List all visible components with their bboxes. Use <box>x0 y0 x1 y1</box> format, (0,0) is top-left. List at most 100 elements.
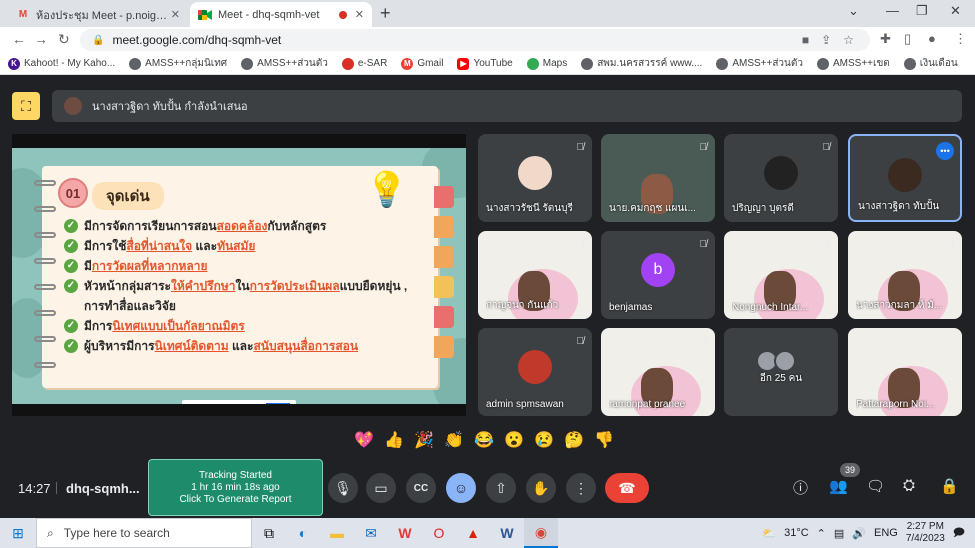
meeting-code[interactable]: dhq-sqmh... <box>66 481 140 496</box>
maps-pin-icon <box>526 57 539 70</box>
extensions-icon[interactable]: ✚ <box>880 31 891 47</box>
more-options-icon[interactable]: ••• <box>936 142 954 160</box>
reaction-emoji[interactable]: 🎉 <box>412 428 436 452</box>
new-tab-button[interactable]: + <box>380 3 391 24</box>
chrome-icon[interactable]: ◉ <box>524 518 558 548</box>
tracking-cta: Click To Generate Report <box>179 493 292 505</box>
bookmark-esar[interactable]: e-SAR <box>341 57 387 70</box>
forward-icon[interactable]: → <box>34 31 48 47</box>
reaction-emoji[interactable]: 😢 <box>532 428 556 452</box>
participant-tile[interactable]: 🎙̸ นางสาวกมลา ห์ มั... <box>848 231 962 319</box>
bullet-highlight: นิเทศน์ติดตาม <box>154 339 229 353</box>
bullet-text: หัวหน้ากลุ่มสาระให้คำปรึกษาในการวัดประเม… <box>84 276 424 316</box>
camera-button[interactable]: ▭ <box>366 473 396 503</box>
participant-tile[interactable]: 🎙̸ Nongnuch Intar... <box>724 231 838 319</box>
activities-icon[interactable]: ⛭ <box>903 477 915 494</box>
mic-off-icon: 🎙̸ <box>699 336 708 347</box>
participant-tile[interactable]: 🎙̸ ramonpat pranee <box>601 328 715 416</box>
word-icon[interactable]: W <box>490 518 524 548</box>
maximize-button[interactable]: ❐ <box>916 3 928 19</box>
close-tab-icon[interactable]: ✕ <box>171 8 180 21</box>
star-icon[interactable]: ☆ <box>843 33 854 47</box>
people-icon[interactable]: 👥 <box>829 477 848 495</box>
volume-icon[interactable]: 🔊 <box>852 527 866 540</box>
more-options-button[interactable]: ⋮ <box>566 473 596 503</box>
reaction-emoji[interactable]: 👎 <box>592 428 616 452</box>
check-icon: ✓ <box>64 319 78 333</box>
mail-icon[interactable]: ✉ <box>354 518 388 548</box>
captions-button[interactable]: CC <box>406 473 436 503</box>
reaction-emoji[interactable]: 😮 <box>502 428 526 452</box>
windows-start-button[interactable]: ⊞ <box>0 518 36 548</box>
network-icon[interactable]: ▤ <box>834 527 844 540</box>
bookmark-youtube[interactable]: ▶ YouTube <box>457 57 513 70</box>
close-window-button[interactable]: ✕ <box>950 3 961 19</box>
meeting-details-icon[interactable]: ⓘ <box>793 477 808 498</box>
bookmark-kahoot[interactable]: K Kahoot! - My Kaho... <box>8 57 115 70</box>
wps-icon[interactable]: W <box>388 518 422 548</box>
sidepanel-icon[interactable]: ▯ <box>904 31 911 47</box>
participant-tile[interactable]: 🎙̸ นางสาวรัชนี รัตนบุรี <box>478 134 592 222</box>
participant-tile[interactable]: อีก 25 คน <box>724 328 838 416</box>
language-indicator[interactable]: ENG <box>874 527 898 539</box>
reaction-emoji[interactable]: 🤔 <box>562 428 586 452</box>
camera-icon[interactable]: ■ <box>802 33 809 47</box>
bullet-segment: และ <box>228 339 254 353</box>
lock-icon[interactable]: 🔒 <box>92 35 104 46</box>
stop-presenting-icon[interactable]: ⛶ <box>12 92 40 120</box>
bookmark-salary[interactable]: เงินเดือน <box>903 56 958 71</box>
participant-tile[interactable]: 🎙̸ นาย.คมกฤช แผนเ... <box>601 134 715 222</box>
bookmark-maps[interactable]: Maps <box>526 57 567 70</box>
taskbar-clock[interactable]: 2:27 PM 7/4/2023 <box>906 521 945 545</box>
task-view-icon[interactable]: ⧉ <box>252 518 286 548</box>
bullet-text: ผู้บริหารมีการนิเทศน์ติดตาม และสนับสนุนส… <box>84 336 358 356</box>
taskbar-search[interactable]: ⌕ Type here to search <box>36 518 252 548</box>
participant-tile[interactable]: 🎙̸ ปริญญา บุตรดี <box>724 134 838 222</box>
host-controls-icon[interactable]: 🔒 <box>940 477 959 495</box>
notifications-icon[interactable]: 🗩 <box>953 524 965 543</box>
leave-call-button[interactable]: ☎ <box>605 473 649 503</box>
bookmark-amss-group[interactable]: AMSS++กลุ่มนิเทศ <box>129 56 227 71</box>
bookmark-spm[interactable]: สพม.นครสวรรค์ www.... <box>581 56 702 71</box>
weather-temp[interactable]: 31°C <box>784 527 809 539</box>
reaction-emoji[interactable]: 💖 <box>352 428 376 452</box>
profile-avatar[interactable]: ● <box>928 31 936 46</box>
bookmark-amss-personal-2[interactable]: AMSS++ส่วนตัว <box>716 56 803 71</box>
tab-search-icon[interactable]: ⌄ <box>848 3 859 19</box>
lightbulb-icon: 💡 <box>365 171 408 209</box>
share-icon[interactable]: ⇪ <box>821 33 831 47</box>
participant-tile[interactable]: Pattaraporn Noi... <box>848 328 962 416</box>
edge-icon[interactable]: ◐ <box>286 518 320 548</box>
reload-icon[interactable]: ↻ <box>58 31 70 48</box>
bookmark-amss-area[interactable]: AMSS++เขต <box>817 56 890 71</box>
back-icon[interactable]: ← <box>12 31 26 47</box>
weather-icon[interactable]: ⛅ <box>762 527 776 540</box>
acrobat-icon[interactable]: ▲ <box>456 518 490 548</box>
chevron-up-icon[interactable]: ⌃ <box>817 527 826 540</box>
menu-kebab-icon[interactable]: ⋮ <box>954 31 967 47</box>
participant-tile[interactable]: 🎙̸ กาญจนา กันแก้ว <box>478 231 592 319</box>
tab-meet[interactable]: Meet - dhq-sqmh-vet ✕ <box>190 2 372 27</box>
minimize-button[interactable]: — <box>886 3 899 18</box>
emoji-button[interactable]: ☺ <box>446 473 476 503</box>
slide-number-badge: 01 <box>58 178 88 208</box>
close-tab-icon[interactable]: ✕ <box>355 8 364 21</box>
reaction-emoji[interactable]: 👍 <box>382 428 406 452</box>
participant-tile[interactable]: 🎙̸ admin spmsawan <box>478 328 592 416</box>
tab-gmail[interactable]: M ห้องประชุม Meet - p.noigor@gmail ✕ <box>8 2 188 27</box>
tracking-report-button[interactable]: Tracking Started 1 hr 16 min 18s ago Cli… <box>148 459 323 516</box>
reaction-emoji[interactable]: 😂 <box>472 428 496 452</box>
globe-icon <box>129 57 142 70</box>
address-bar[interactable]: 🔒 meet.google.com/dhq-sqmh-vet ■ ⇪ ☆ <box>80 29 870 51</box>
chat-icon[interactable]: 🗨 <box>866 477 885 495</box>
raise-hand-button[interactable]: ✋ <box>526 473 556 503</box>
file-explorer-icon[interactable]: ▬ <box>320 518 354 548</box>
opera-icon[interactable]: O <box>422 518 456 548</box>
present-button[interactable]: ⇧ <box>486 473 516 503</box>
microphone-button[interactable]: 🎙 <box>328 473 358 503</box>
bookmark-gmail[interactable]: M Gmail <box>401 57 443 70</box>
reaction-emoji[interactable]: 👏 <box>442 428 466 452</box>
participant-tile[interactable]: b 🎙̸ benjamas <box>601 231 715 319</box>
bookmark-amss-personal[interactable]: AMSS++ส่วนตัว <box>241 56 328 71</box>
participant-tile[interactable]: ••• นางสาวฐิดา ทับปั้น <box>848 134 962 222</box>
